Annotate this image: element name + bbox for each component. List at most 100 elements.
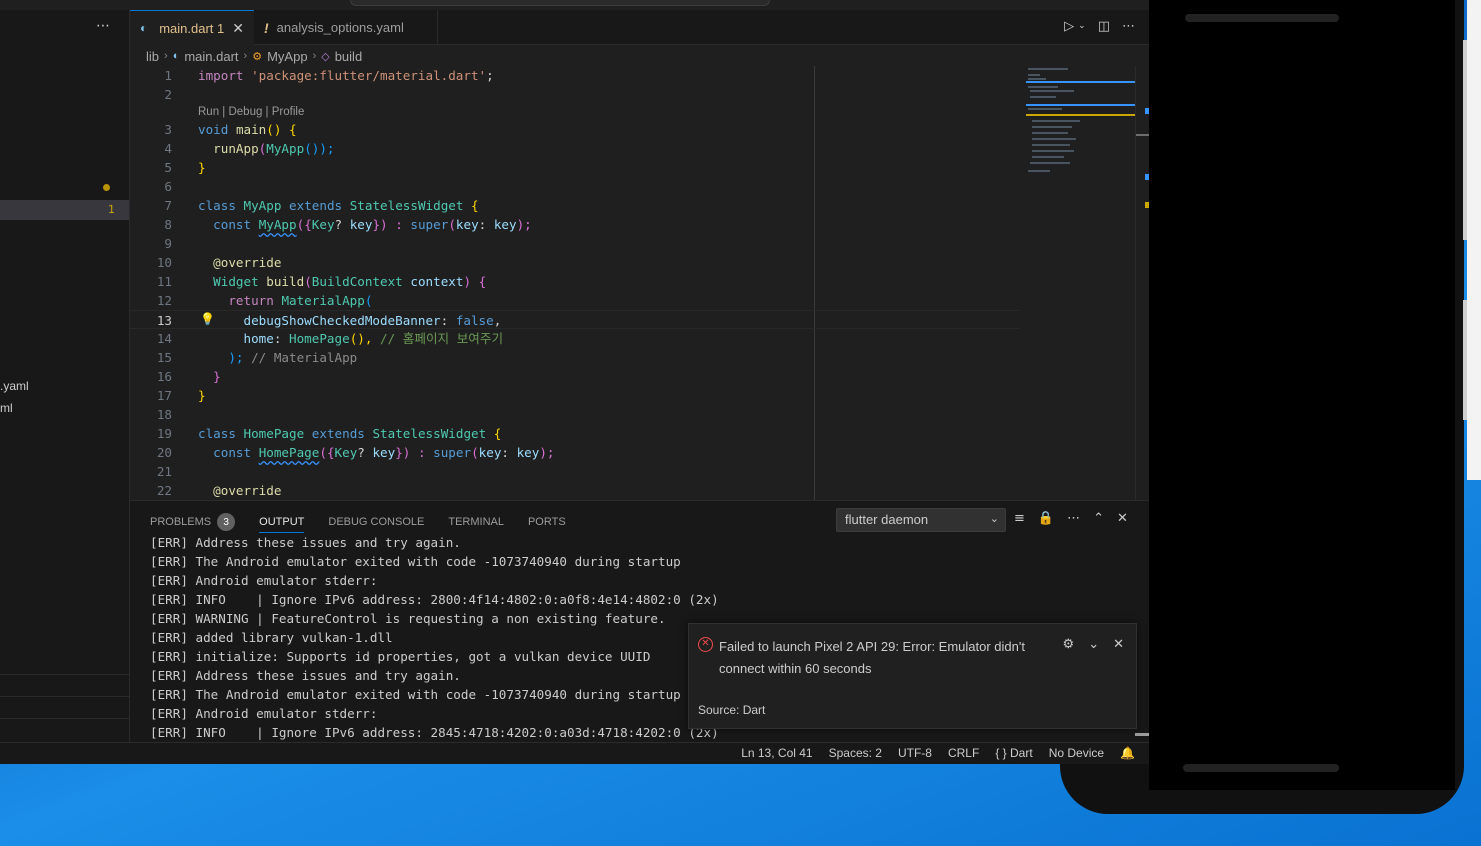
output-line: [ERR] Android emulator stderr: [150, 706, 378, 721]
minimap[interactable] [1026, 66, 1136, 186]
explorer-file-yaml[interactable]: .yaml [0, 379, 29, 393]
error-notification: ✕ Failed to launch Pixel 2 API 29: Error… [688, 623, 1137, 729]
more-actions-icon[interactable]: ⋯ [1067, 511, 1080, 526]
tab-label: PROBLEMS [150, 516, 212, 528]
code-line: 19 class HomePage extends StatelessWidget… [156, 426, 502, 441]
notification-message: Failed to launch Pixel 2 API 29: Error: … [719, 639, 1025, 676]
codelens-run-debug-profile[interactable]: Run | Debug | Profile [198, 106, 304, 118]
breadcrumb-method[interactable]: build [335, 49, 362, 64]
code-line: 5} [164, 160, 206, 175]
chevron-right-icon: › [243, 50, 248, 62]
status-indentation[interactable]: Spaces: 2 [829, 746, 882, 760]
sidebar-section-divider [0, 674, 129, 675]
vscode-window: ⋯ 1 .yaml ml ◐ main.dart 1 ✕ ! analysis_… [0, 0, 1149, 764]
code-line: 15 ); // MaterialApp [156, 350, 358, 365]
run-icon[interactable]: ▷ [1064, 19, 1074, 34]
tab-terminal[interactable]: TERMINAL [448, 511, 504, 533]
dart-icon: ◐ [172, 50, 180, 62]
output-line: [ERR] Android emulator stderr: [150, 573, 378, 588]
code-editor[interactable]: Run | Debug | Profile 1 import 'package:f… [130, 66, 1149, 500]
status-eol[interactable]: CRLF [948, 746, 979, 760]
tab-ports[interactable]: PORTS [528, 511, 566, 533]
breadcrumb-lib[interactable]: lib [146, 49, 159, 64]
tab-label: main.dart [159, 20, 214, 36]
warning-icon: ! [264, 19, 269, 36]
emulator-toolbar-edge [1467, 0, 1481, 480]
notification-actions: ⚙ ⌄ ✕ [1063, 636, 1124, 652]
panel-tabs: PROBLEMS 3 OUTPUT DEBUG CONSOLE TERMINAL … [150, 511, 566, 533]
output-line: [ERR] Address these issues and try again… [150, 668, 461, 683]
output-line: [ERR] The Android emulator exited with c… [150, 554, 681, 569]
output-scroll-thumb[interactable] [1135, 733, 1149, 736]
output-channel-select[interactable]: flutter daemon ⌄ [836, 508, 1006, 532]
code-line: 1 import 'package:flutter/material.dart'; [164, 68, 494, 83]
braces-icon: { } [995, 746, 1007, 760]
code-line: 4 runApp(MyApp()); [164, 141, 335, 156]
notification-source: Source: Dart [698, 703, 766, 717]
sidebar-section-divider [0, 696, 129, 697]
command-center[interactable] [350, 0, 770, 6]
code-line: 6 [164, 179, 172, 194]
panel-actions: ≡ 🔒 ⋯ ⌃ ✕ [1014, 511, 1128, 526]
output-line: [ERR] The Android emulator exited with c… [150, 687, 681, 702]
output-line: [ERR] INFO | Ignore IPv6 address: 2800:4… [150, 592, 719, 607]
lock-icon[interactable]: 🔒 [1038, 511, 1054, 526]
output-line: [ERR] initialize: Supports id properties… [150, 649, 651, 664]
breadcrumb-file[interactable]: main.dart [184, 49, 238, 64]
breadcrumb-class[interactable]: MyApp [267, 49, 307, 64]
code-line: 10 @override [156, 255, 282, 270]
output-line: [ERR] WARNING | FeatureControl is reques… [150, 611, 666, 626]
scroll-marker [1145, 108, 1149, 114]
code-line: 14 home: HomePage(), // 홈페이지 보여주기 [156, 331, 504, 346]
clear-output-icon[interactable]: ≡ [1014, 511, 1025, 526]
explorer-selected-file[interactable]: 1 [0, 200, 129, 220]
lightbulb-icon[interactable]: 💡 [200, 312, 215, 326]
tab-debug-console[interactable]: DEBUG CONSOLE [328, 511, 424, 533]
tab-problems[interactable]: PROBLEMS 3 [150, 511, 236, 533]
code-line: 9 [164, 236, 172, 251]
gear-icon[interactable]: ⚙ [1063, 636, 1075, 652]
modified-dot-icon [103, 184, 110, 191]
chevron-down-icon[interactable]: ⌄ [1078, 21, 1086, 34]
notifications-bell-icon[interactable]: 🔔 [1120, 746, 1135, 760]
close-icon[interactable]: ✕ [1113, 636, 1124, 652]
output-line: [ERR] Address these issues and try again… [150, 535, 461, 550]
status-items: Ln 13, Col 41 Spaces: 2 UTF-8 CRLF { } D… [741, 746, 1135, 760]
status-cursor-position[interactable]: Ln 13, Col 41 [741, 746, 812, 760]
tab-main-dart[interactable]: ◐ main.dart 1 ✕ [130, 10, 254, 45]
code-line: 12 return MaterialApp( [156, 293, 373, 308]
code-line: 8 const MyApp({Key? key}) : super(key: k… [164, 217, 532, 232]
more-actions-icon[interactable]: ⋯ [1122, 19, 1135, 34]
chevron-right-icon: › [312, 50, 317, 62]
explorer-file-ml[interactable]: ml [0, 401, 13, 415]
sidebar-more-icon[interactable]: ⋯ [96, 18, 111, 34]
close-panel-icon[interactable]: ✕ [1117, 511, 1128, 526]
output-channel-label: flutter daemon [845, 512, 929, 527]
chevron-down-icon[interactable]: ⌄ [1088, 636, 1099, 652]
emulator-speaker-top [1185, 14, 1339, 22]
tab-analysis-options[interactable]: ! analysis_options.yaml [254, 10, 438, 45]
maximize-panel-icon[interactable]: ⌃ [1093, 511, 1104, 526]
scroll-thumb[interactable] [1136, 134, 1149, 136]
code-line: 3 void main() { [164, 122, 297, 137]
emulator-screen[interactable] [1149, 0, 1455, 790]
chevron-down-icon: ⌄ [989, 513, 999, 525]
editor-tab-bar: ◐ main.dart 1 ✕ ! analysis_options.yaml … [130, 10, 1149, 45]
editor-actions: ▷ ⌄ ◫ ⋯ [1064, 19, 1135, 34]
tab-output[interactable]: OUTPUT [259, 511, 305, 533]
status-language[interactable]: { } Dart [995, 746, 1032, 760]
scroll-marker [1145, 202, 1149, 208]
code-line-current: 13 debugShowCheckedModeBanner: false, [130, 310, 1020, 329]
code-line: 11 Widget build(BuildContext context) { [156, 274, 487, 289]
status-device[interactable]: No Device [1049, 746, 1104, 760]
editor-scrollbar[interactable] [1135, 66, 1149, 500]
close-icon[interactable]: ✕ [232, 20, 244, 37]
status-encoding[interactable]: UTF-8 [898, 746, 932, 760]
output-line: [ERR] added library vulkan-1.dll [150, 630, 393, 645]
split-editor-icon[interactable]: ◫ [1098, 19, 1110, 34]
dart-icon: ◐ [140, 21, 148, 35]
code-line: 21 [156, 464, 172, 479]
problem-count-badge: 1 [108, 203, 115, 216]
tab-problem-count: 1 [217, 20, 225, 36]
problems-badge: 3 [217, 513, 236, 531]
